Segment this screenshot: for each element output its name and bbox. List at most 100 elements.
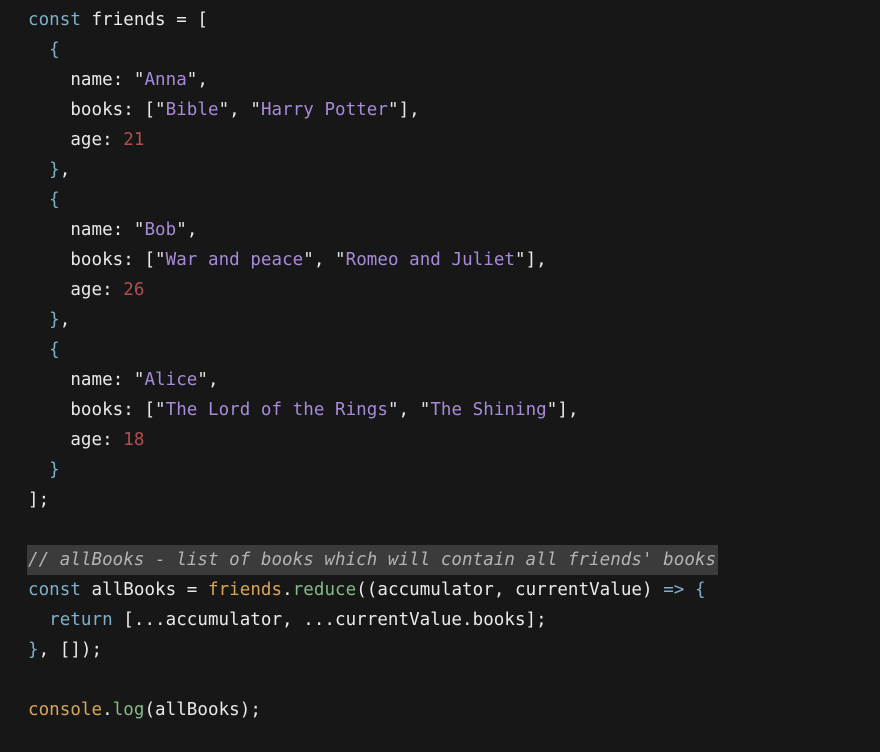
code-token-plain: .: [282, 580, 293, 600]
code-line: }: [0, 455, 880, 485]
code-token-plain: friends: [91, 10, 166, 30]
code-token-brace: {: [49, 40, 60, 60]
code-token-plain: ],: [525, 250, 547, 270]
code-line: age: 18: [0, 425, 880, 455]
code-token-plain: [: [197, 10, 208, 30]
code-token-plain: :: [102, 130, 124, 150]
code-token-plain: ((accumulator, currentValue): [356, 580, 664, 600]
code-line: return [...accumulator, ...currentValue.…: [0, 605, 880, 635]
code-line: const friends = [: [0, 5, 880, 35]
code-token-prop: books: [28, 250, 124, 270]
code-token-plain: ,: [313, 250, 336, 270]
code-token-plain: :: [102, 280, 124, 300]
code-token-brace: {: [49, 340, 60, 360]
line-highlight-band: // allBooks - list of books which will c…: [27, 545, 719, 575]
code-line: books: ["The Lord of the Rings", "The Sh…: [0, 395, 880, 425]
code-editor[interactable]: const friends = [ { name: "Anna", books:…: [0, 0, 880, 752]
code-token-prop: name: [28, 220, 113, 240]
code-token-plain: allBooks: [91, 580, 177, 600]
code-token-prop: name: [28, 370, 113, 390]
code-token-str: Romeo and Juliet: [345, 250, 515, 270]
code-token-quote: ": [546, 400, 558, 420]
code-token-quote: ": [133, 370, 145, 390]
code-token-plain: ,: [229, 100, 251, 120]
code-token-fn: log: [112, 700, 145, 720]
code-line: name: "Anna",: [0, 65, 880, 95]
code-token-brace: =>: [663, 580, 685, 600]
code-token-quote: ": [197, 370, 208, 390]
code-token-plain: :: [102, 430, 124, 450]
code-line: const allBooks = friends.reduce((accumul…: [0, 575, 880, 605]
code-token-plain: , []);: [38, 640, 103, 660]
code-line: {: [0, 335, 880, 365]
code-token-quote: ": [387, 400, 399, 420]
code-token-quote: ": [250, 100, 261, 120]
code-token-plain: (allBooks);: [144, 700, 261, 720]
code-token-plain: ,: [59, 160, 71, 180]
code-token-quote: ": [133, 70, 145, 90]
code-line: age: 26: [0, 275, 880, 305]
code-token-quote: ": [218, 100, 230, 120]
code-token-prop: age: [28, 430, 103, 450]
code-token-plain: : [: [123, 100, 156, 120]
code-token-num: 26: [123, 280, 145, 300]
code-token-str: The Lord of the Rings: [165, 400, 388, 420]
code-line: name: "Alice",: [0, 365, 880, 395]
code-token-quote: ": [335, 250, 346, 270]
code-token-brace: {: [49, 190, 60, 210]
code-line: books: ["Bible", "Harry Potter"],: [0, 95, 880, 125]
code-token-plain: [...accumulator, ...currentValue.books];: [112, 610, 547, 630]
code-token-plain: ,: [186, 220, 198, 240]
code-token-plain: ,: [197, 70, 208, 90]
code-token-prop: name: [28, 70, 113, 90]
code-token-prop: age: [28, 280, 103, 300]
code-token-quote: ": [515, 250, 526, 270]
code-token-brace: }: [28, 640, 39, 660]
code-token-kw: const: [28, 10, 81, 30]
code-token-plain: =: [176, 580, 208, 600]
code-line: // allBooks - list of books which will c…: [0, 545, 880, 575]
code-token-quote: ": [176, 220, 187, 240]
code-token-quote: ": [155, 250, 166, 270]
code-token-plain: ,: [207, 370, 219, 390]
code-token-plain: : [: [123, 250, 156, 270]
code-token-plain: ,: [398, 400, 420, 420]
code-token-str: War and peace: [165, 250, 304, 270]
code-token-plain: : [: [123, 400, 156, 420]
code-token-fn: reduce: [292, 580, 357, 600]
code-line: {: [0, 35, 880, 65]
code-token-plain: ];: [28, 490, 50, 510]
code-line: name: "Bob",: [0, 215, 880, 245]
code-token-prop: age: [28, 130, 103, 150]
code-token-quote: ": [303, 250, 314, 270]
code-token-quote: ": [186, 70, 198, 90]
code-token-brace: }: [49, 160, 60, 180]
code-line: age: 21: [0, 125, 880, 155]
code-content[interactable]: const friends = [ { name: "Anna", books:…: [0, 5, 880, 725]
code-token-brace: }: [49, 310, 60, 330]
code-token-plain: =: [165, 10, 198, 30]
code-token-quote: ": [155, 100, 166, 120]
code-token-str: The Shining: [430, 400, 547, 420]
code-token-brace: {: [694, 580, 706, 600]
code-line: console.log(allBooks);: [0, 695, 880, 725]
code-token-comment: // allBooks - list of books which will c…: [28, 550, 717, 570]
code-token-num: 21: [123, 130, 145, 150]
code-token-str: Bible: [165, 100, 219, 120]
code-token-quote: ": [155, 400, 166, 420]
code-token-obj: friends: [207, 580, 283, 600]
code-token-prop: books: [28, 400, 124, 420]
code-token-brace: }: [49, 460, 60, 480]
code-token-plain: :: [112, 220, 134, 240]
code-token-plain: :: [112, 70, 134, 90]
